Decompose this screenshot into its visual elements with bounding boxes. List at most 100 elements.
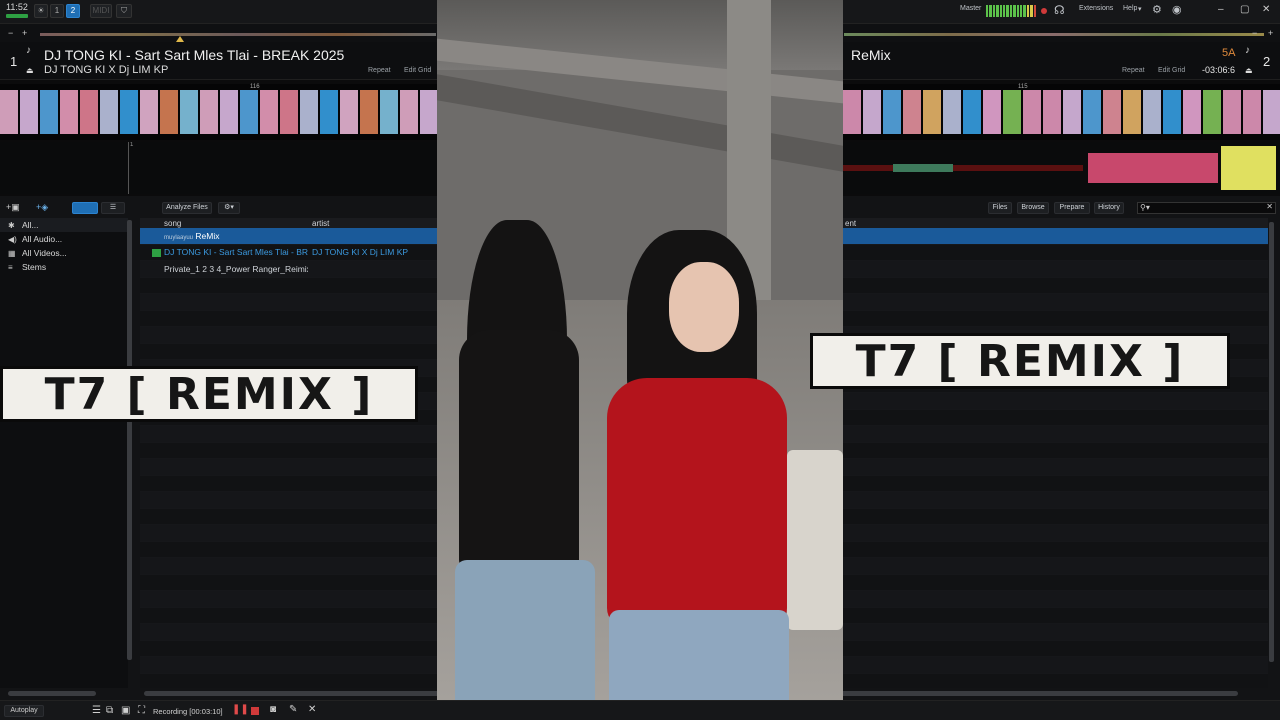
stop-icon[interactable] <box>251 707 259 715</box>
speaker-icon: ◀) <box>8 234 17 244</box>
empty-row <box>140 624 437 641</box>
empty-row <box>843 657 1268 674</box>
plus-icon-right[interactable]: + <box>1268 28 1273 38</box>
sidebar-item-all-audio[interactable]: ◀) All Audio... <box>0 232 128 246</box>
eject-icon[interactable]: ⏏ <box>26 66 34 75</box>
deck2-edit-grid-button[interactable]: Edit Grid <box>1158 67 1185 74</box>
close-recording-icon[interactable]: ✕ <box>308 704 316 715</box>
track-list: song artist muylaayuu ReMix DJ TONG KI -… <box>140 218 437 688</box>
deck1-overview[interactable] <box>40 33 436 36</box>
deck1-waveform[interactable] <box>0 84 437 140</box>
deck2-repeat-button[interactable]: Repeat <box>1122 67 1145 74</box>
waveform-segment <box>60 90 78 134</box>
waveform-segment <box>280 90 298 134</box>
empty-row <box>140 657 437 674</box>
table-row[interactable] <box>843 228 1268 245</box>
list-view-icon[interactable]: ☰ <box>101 202 125 214</box>
deck1-number: 1 <box>10 54 18 69</box>
search-input[interactable]: ⚲▾ ✕ <box>1137 202 1276 214</box>
empty-row <box>140 459 437 476</box>
add-filter-icon[interactable]: +◈ <box>36 202 48 213</box>
minus-icon-right[interactable]: − <box>1252 28 1257 38</box>
headphones-icon[interactable]: ☊ <box>1054 3 1065 17</box>
sampler-icon[interactable]: ▣ <box>121 705 130 716</box>
empty-row <box>843 624 1268 641</box>
battery-indicator <box>6 14 28 18</box>
analyze-files-button[interactable]: Analyze Files <box>162 202 212 214</box>
user-avatar-icon[interactable]: ◉ <box>1172 3 1182 16</box>
empty-row <box>843 261 1268 278</box>
empty-row <box>843 278 1268 294</box>
restore-icon[interactable]: ▢ <box>1240 4 1249 15</box>
empty-row <box>140 278 437 294</box>
deck1-repeat-button[interactable]: Repeat <box>368 67 391 74</box>
playlist-icon[interactable]: ☰ <box>92 705 101 716</box>
waveform-segment <box>893 164 953 172</box>
deck2-waveform[interactable] <box>843 84 1280 140</box>
waveform-segment <box>360 90 378 134</box>
add-folder-icon[interactable]: +▣ <box>6 202 20 213</box>
waveform-segment <box>1183 90 1201 134</box>
waveform-segment <box>1223 90 1241 134</box>
minus-icon[interactable]: − <box>8 28 13 38</box>
eject-icon-right[interactable]: ⏏ <box>1245 66 1253 75</box>
column-header-artist[interactable]: artist <box>308 219 437 228</box>
waveform-segment <box>1243 90 1261 134</box>
brightness-icon[interactable]: ☀ <box>34 4 48 18</box>
waveform-segment <box>903 90 921 134</box>
minimize-icon[interactable]: – <box>1218 4 1224 15</box>
table-row[interactable]: DJ TONG KI - Sart Sart Mles Tlai - BREAK… <box>140 245 437 261</box>
grid-view-icon[interactable] <box>72 202 98 214</box>
extensions-menu[interactable]: Extensions <box>1079 5 1113 12</box>
column-header-right[interactable]: ent <box>843 219 856 228</box>
close-icon[interactable]: ✕ <box>1262 4 1270 15</box>
pencil-icon[interactable]: ✎ <box>289 704 297 715</box>
sidebar-item-all[interactable]: ✱ All... <box>0 218 128 232</box>
sidebar-item-stems[interactable]: ≡ Stems <box>0 260 128 274</box>
empty-row <box>140 294 437 311</box>
tab-history[interactable]: History <box>1094 202 1124 214</box>
master-vu-meter <box>986 5 1037 17</box>
window-icon[interactable]: ⧉ <box>106 705 113 716</box>
deck2-overview[interactable] <box>844 33 1264 36</box>
waveform-segment <box>140 90 158 134</box>
empty-row <box>843 459 1268 476</box>
deck1-lower-waveform[interactable]: 1 <box>0 142 437 194</box>
plus-icon[interactable]: + <box>22 28 27 38</box>
column-header-song[interactable]: song <box>140 219 308 228</box>
tab-files[interactable]: Files <box>988 202 1012 214</box>
browser-settings-icon[interactable]: ⚙▾ <box>218 202 240 214</box>
sidebar-label: All Audio... <box>22 234 63 244</box>
camera-icon[interactable]: ◙ <box>270 704 276 715</box>
track-song: muylaayuu ReMix <box>140 231 308 241</box>
list-scrollbar[interactable] <box>1269 222 1274 662</box>
track-song: DJ TONG KI - Sart Sart Mles Tlai - BREAK <box>140 247 308 258</box>
waveform-segment <box>843 90 861 134</box>
clear-search-icon[interactable]: ✕ <box>1266 202 1273 211</box>
deck-button-2[interactable]: 2 <box>66 4 80 18</box>
autoplay-button[interactable]: Autoplay <box>4 705 44 717</box>
gear-icon[interactable]: ⚙ <box>1152 3 1162 16</box>
table-row[interactable]: Private_1 2 3 4_Power Ranger_Reimix <box>140 261 437 278</box>
sidebar-scrollbar[interactable] <box>127 220 132 660</box>
sidebar-item-all-videos[interactable]: ▦ All Videos... <box>0 246 128 260</box>
shield-icon[interactable]: ⛉ <box>116 4 132 18</box>
sidebar-hscrollbar[interactable] <box>8 691 96 696</box>
waveform-segment <box>1023 90 1041 134</box>
midi-button[interactable]: MIDI <box>90 4 112 18</box>
pause-icon[interactable]: ❚❚ <box>232 704 249 715</box>
deck1-edit-grid-button[interactable]: Edit Grid <box>404 67 431 74</box>
deck-button-1[interactable]: 1 <box>50 4 64 18</box>
music-note-icon: ♪ <box>26 45 31 56</box>
deck2-lower-waveform[interactable] <box>843 142 1280 194</box>
help-menu[interactable]: Help <box>1123 5 1137 12</box>
empty-row <box>843 476 1268 492</box>
waveform-segment <box>320 90 338 134</box>
table-row[interactable]: muylaayuu ReMix <box>140 228 437 245</box>
track-list-right: ent <box>843 218 1268 688</box>
tab-browse[interactable]: Browse <box>1017 202 1049 214</box>
deck1-artist: DJ TONG KI X Dj LIM KP <box>44 64 169 76</box>
tab-prepare[interactable]: Prepare <box>1054 202 1090 214</box>
chevron-down-icon[interactable]: ▾ <box>1138 5 1142 13</box>
empty-row <box>140 641 437 657</box>
